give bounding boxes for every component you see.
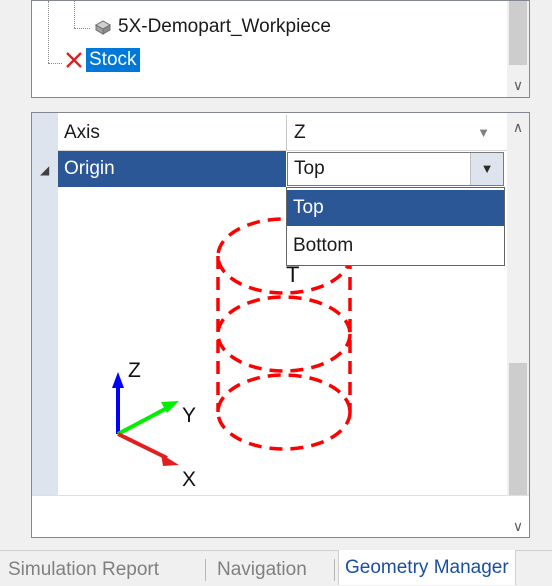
scrollbar-thumb[interactable] xyxy=(509,363,527,495)
x-axis xyxy=(117,432,168,460)
dropdown-option-bottom[interactable]: Bottom xyxy=(287,228,504,264)
scroll-down-icon[interactable]: ∨ xyxy=(507,75,529,95)
tree-connector xyxy=(74,1,75,28)
chevron-down-icon: ▼ xyxy=(480,161,494,176)
property-name: Origin xyxy=(64,158,115,179)
tab-separator xyxy=(334,559,335,581)
scroll-down-icon[interactable]: ∨ xyxy=(507,516,529,536)
property-value[interactable]: Z xyxy=(294,115,306,151)
x-axis-label: X xyxy=(182,468,196,491)
origin-combobox[interactable]: Top ▼ xyxy=(287,152,504,186)
z-axis-arrow xyxy=(112,372,124,388)
tab-geometry-manager[interactable]: Geometry Manager xyxy=(338,550,516,585)
dropdown-option-top[interactable]: Top xyxy=(287,190,504,226)
tree-connector xyxy=(48,63,62,64)
property-value: Top xyxy=(294,158,325,179)
tab-separator xyxy=(205,559,206,581)
tab-navigation[interactable]: Navigation xyxy=(217,555,307,585)
tree-item-stock[interactable]: Stock xyxy=(64,48,140,72)
scroll-up-icon[interactable]: ∧ xyxy=(507,117,529,137)
collapse-icon[interactable]: ◢ xyxy=(40,163,49,177)
tab-simulation-report[interactable]: Simulation Report xyxy=(8,555,159,585)
tree-connector xyxy=(74,28,90,29)
tree-connector xyxy=(48,1,49,63)
red-x-icon xyxy=(66,52,82,68)
bottom-tab-bar: Simulation Report Navigation Geometry Ma… xyxy=(0,550,552,585)
stock-ellipse-middle xyxy=(216,295,352,373)
tree-item-label: Stock xyxy=(86,48,140,72)
x-axis-arrow xyxy=(161,454,179,466)
tree-scrollbar[interactable]: ∨ xyxy=(507,1,529,97)
dropdown-arrow-icon[interactable]: ▼ xyxy=(477,115,490,151)
tree-item-workpiece[interactable]: 5X-Demopart_Workpiece xyxy=(94,14,331,40)
tree-panel: 5X-Demopart_Workpiece Stock ∨ xyxy=(31,0,530,98)
y-axis xyxy=(117,406,168,436)
column-divider xyxy=(286,115,287,150)
tree-item-label: 5X-Demopart_Workpiece xyxy=(118,16,331,37)
axis-triad: Z Y X xyxy=(112,359,196,491)
origin-dropdown-list: Top Bottom xyxy=(286,187,505,266)
stock-ellipse-bottom xyxy=(216,373,352,451)
property-name: Axis xyxy=(64,122,100,143)
z-axis-label: Z xyxy=(128,359,141,382)
dropdown-button[interactable]: ▼ xyxy=(470,153,503,185)
property-row-origin[interactable]: Origin xyxy=(58,151,286,187)
workpiece-icon xyxy=(94,20,112,35)
property-row-axis[interactable]: Axis Z ▼ xyxy=(58,115,508,151)
y-axis-label: Y xyxy=(182,404,196,427)
property-scrollbar[interactable]: ∧ xyxy=(507,113,529,495)
scrollbar-thumb[interactable] xyxy=(509,1,527,65)
